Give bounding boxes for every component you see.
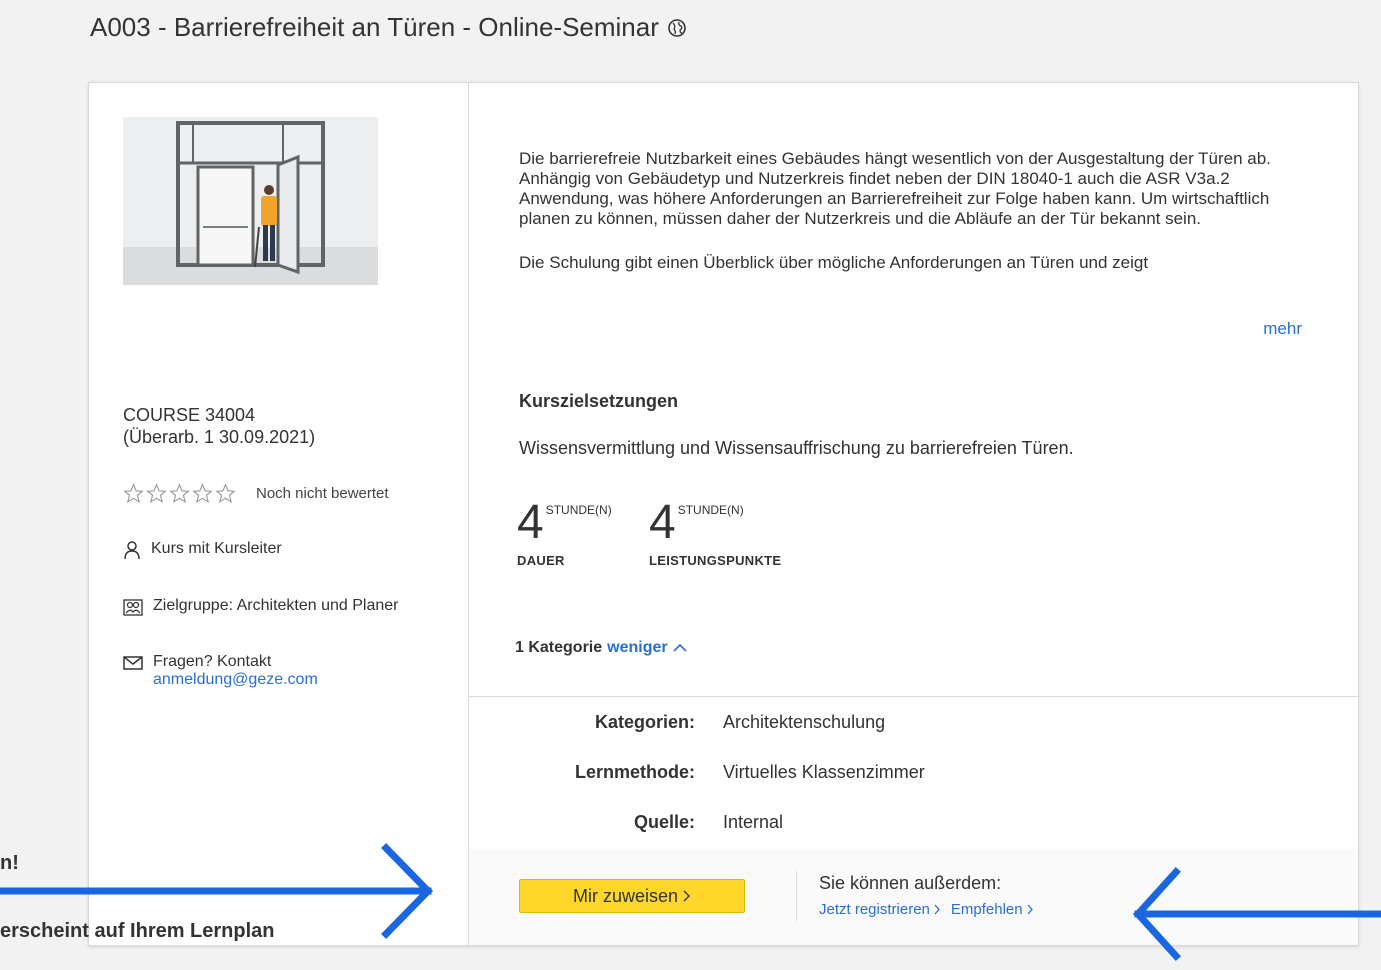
annotation-arrows [0, 843, 1381, 961]
arrow-left-icon [1133, 867, 1381, 961]
arrow-right-icon [0, 843, 433, 939]
